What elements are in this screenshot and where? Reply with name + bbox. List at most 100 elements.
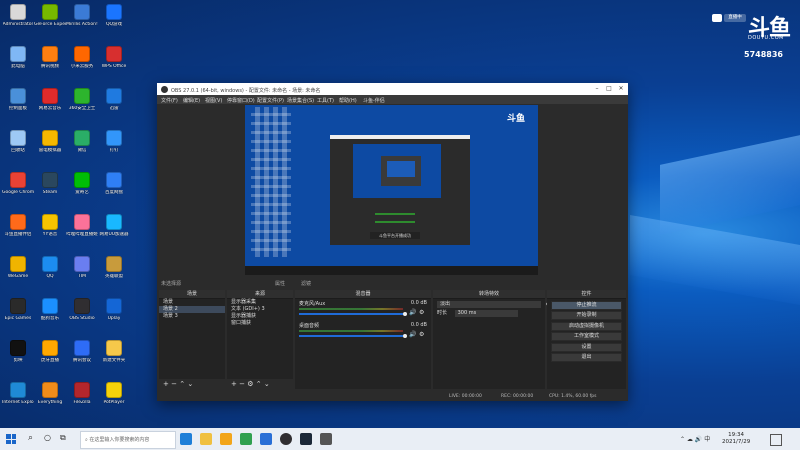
desktop-icon[interactable]: Steam (34, 172, 66, 212)
notification-icon[interactable] (770, 434, 782, 446)
properties-button[interactable]: 属性 (275, 280, 285, 287)
move-up-icon[interactable]: ⌃ (179, 380, 185, 388)
desktop-icon[interactable]: TIM (66, 256, 98, 296)
gear-icon[interactable]: ⚙ (247, 380, 253, 388)
desktop-icon[interactable]: Mirillis Action! (66, 4, 98, 44)
desktop-icon[interactable]: 百度网盘 (98, 172, 130, 212)
gear-icon[interactable]: ⚙ (419, 309, 424, 316)
desktop-icon[interactable]: 此电脑 (2, 46, 34, 86)
obs-icon[interactable] (280, 433, 292, 445)
minimize-icon[interactable]: – (593, 85, 601, 93)
desktop-icon[interactable]: OBS Studio (66, 298, 98, 338)
studio-mode-button[interactable]: 工作室模式 (551, 332, 622, 341)
title-bar[interactable]: OBS 27.0.1 (64-bit, windows) - 配置文件: 未命名… (157, 83, 628, 95)
source-item[interactable]: 显示器捕获 (227, 313, 293, 320)
settings-button[interactable]: 设置 (551, 342, 622, 352)
desktop-icon[interactable]: Google Chrome (2, 172, 34, 212)
desktop-icon[interactable]: QQ (34, 256, 66, 296)
app-icon[interactable] (240, 433, 252, 445)
menu-tools[interactable]: 工具(T) (317, 97, 334, 104)
desktop-icon[interactable]: 斗鱼直播伴侣 (2, 214, 34, 254)
exit-button[interactable]: 退出 (551, 353, 622, 362)
desktop-icon[interactable]: 剪映 (2, 340, 34, 380)
desktop-icon[interactable]: 网易云音乐 (34, 88, 66, 128)
desktop-icon[interactable]: 新建文件夹 (98, 340, 130, 380)
move-down-icon[interactable]: ⌄ (264, 380, 270, 388)
cortana-icon[interactable]: ○ (44, 433, 51, 442)
filters-button[interactable]: 滤镜 (301, 280, 311, 287)
desktop-icon[interactable]: Epic Games (2, 298, 34, 338)
source-item[interactable]: 文本 (GDI+) 3 (227, 306, 293, 313)
menu-help[interactable]: 帮助(H) (339, 97, 357, 104)
desktop-icon[interactable]: WeGame (2, 256, 34, 296)
desktop-icon[interactable]: 小米云服务 (66, 46, 98, 86)
menu-docks[interactable]: 停靠窗口(D) (227, 97, 255, 104)
scene-item-selected[interactable]: 场景 2 (159, 306, 225, 313)
desktop-icon[interactable]: Everything (34, 382, 66, 422)
desktop-icon[interactable]: 控制面板 (2, 88, 34, 128)
speaker-icon[interactable]: 🔊 (409, 331, 416, 338)
menu-profile[interactable]: 配置文件(P) (257, 97, 284, 104)
move-up-icon[interactable]: ⌃ (256, 380, 262, 388)
start-recording-button[interactable]: 开始录制 (551, 311, 622, 320)
close-icon[interactable]: ✕ (617, 85, 625, 93)
volume-slider[interactable] (299, 313, 403, 315)
speaker-icon[interactable]: 🔊 (409, 309, 416, 316)
desktop-icon[interactable]: YY语音 (34, 214, 66, 254)
steam-icon[interactable] (300, 433, 312, 445)
desktop-icon[interactable]: QQ游戏 (98, 4, 130, 44)
transition-select[interactable]: 淡出 ⚙ (437, 301, 551, 308)
desktop-icon[interactable]: FileZilla (66, 382, 98, 422)
gear-icon[interactable]: ⚙ (419, 331, 424, 338)
remove-icon[interactable]: − (171, 380, 177, 388)
source-item[interactable]: 窗口捕获 (227, 320, 293, 327)
duration-input[interactable]: 300 ms (454, 310, 518, 317)
desktop-icon[interactable]: 雷电模拟器 (34, 130, 66, 170)
menu-scene-collection[interactable]: 场景集合(S) (287, 97, 314, 104)
obs-window[interactable]: OBS 27.0.1 (64-bit, windows) - 配置文件: 未命名… (157, 83, 628, 401)
app-icon[interactable] (260, 433, 272, 445)
desktop-icon[interactable]: 迅雷 (98, 88, 130, 128)
preview-canvas[interactable]: 斗鱼 斗鱼平台开播成功 (245, 105, 538, 275)
volume-knob[interactable] (403, 334, 407, 338)
menu-view[interactable]: 视图(V) (205, 97, 222, 104)
volume-knob[interactable] (403, 312, 407, 316)
desktop-icon[interactable]: Administrator (2, 4, 34, 44)
desktop-icon[interactable]: Internet Explorer (2, 382, 34, 422)
move-down-icon[interactable]: ⌄ (187, 380, 193, 388)
desktop-icon[interactable]: 微信 (66, 130, 98, 170)
desktop-icon[interactable]: 回收站 (2, 130, 34, 170)
source-item[interactable]: 显示器采集 (227, 299, 293, 306)
desktop-icon[interactable]: 钉钉 (98, 130, 130, 170)
stop-streaming-button[interactable]: 停止推流 (551, 300, 622, 310)
edge-icon[interactable] (180, 433, 192, 445)
desktop-icon[interactable]: GeForce Experience (34, 4, 66, 44)
app-icon[interactable] (220, 433, 232, 445)
file-explorer-icon[interactable] (200, 433, 212, 445)
tray-icons[interactable]: ⌃ ☁ 🔊 中 (680, 434, 710, 443)
desktop-icon[interactable]: 酷狗音乐 (34, 298, 66, 338)
task-view-icon[interactable]: ⧉ (60, 433, 66, 443)
menu-file[interactable]: 文件(F) (161, 97, 178, 104)
desktop-icon[interactable]: 腾讯视频 (34, 46, 66, 86)
app-icon[interactable] (320, 433, 332, 445)
menu-douyu[interactable]: 斗鱼-伴侣 (363, 97, 385, 104)
desktop-icon[interactable]: 网易UU加速器 (98, 214, 130, 254)
search-icon[interactable]: ⌕ (28, 433, 33, 443)
add-icon[interactable]: + (163, 380, 169, 388)
scene-item[interactable]: 场景 (159, 299, 225, 306)
desktop-icon[interactable]: 360安全卫士 (66, 88, 98, 128)
desktop-icon[interactable]: 虎牙直播 (34, 340, 66, 380)
volume-slider[interactable] (299, 335, 403, 337)
scene-item[interactable]: 场景 3 (159, 313, 225, 320)
menu-edit[interactable]: 编辑(E) (183, 97, 200, 104)
maximize-icon[interactable]: □ (605, 85, 613, 93)
desktop-icon[interactable]: 腾讯会议 (66, 340, 98, 380)
clock[interactable]: 19:34 2021/7/29 (722, 432, 750, 446)
desktop-icon[interactable]: WPS Office (98, 46, 130, 86)
desktop-icon[interactable]: Uplay (98, 298, 130, 338)
taskbar-search-input[interactable]: ⌕ 在这里输入你要搜索的内容 (80, 431, 176, 449)
desktop-icon[interactable]: PotPlayer (98, 382, 130, 422)
start-virtual-camera-button[interactable]: 启动虚拟摄像机 (551, 321, 622, 331)
desktop-icon[interactable]: 英雄联盟 (98, 256, 130, 296)
